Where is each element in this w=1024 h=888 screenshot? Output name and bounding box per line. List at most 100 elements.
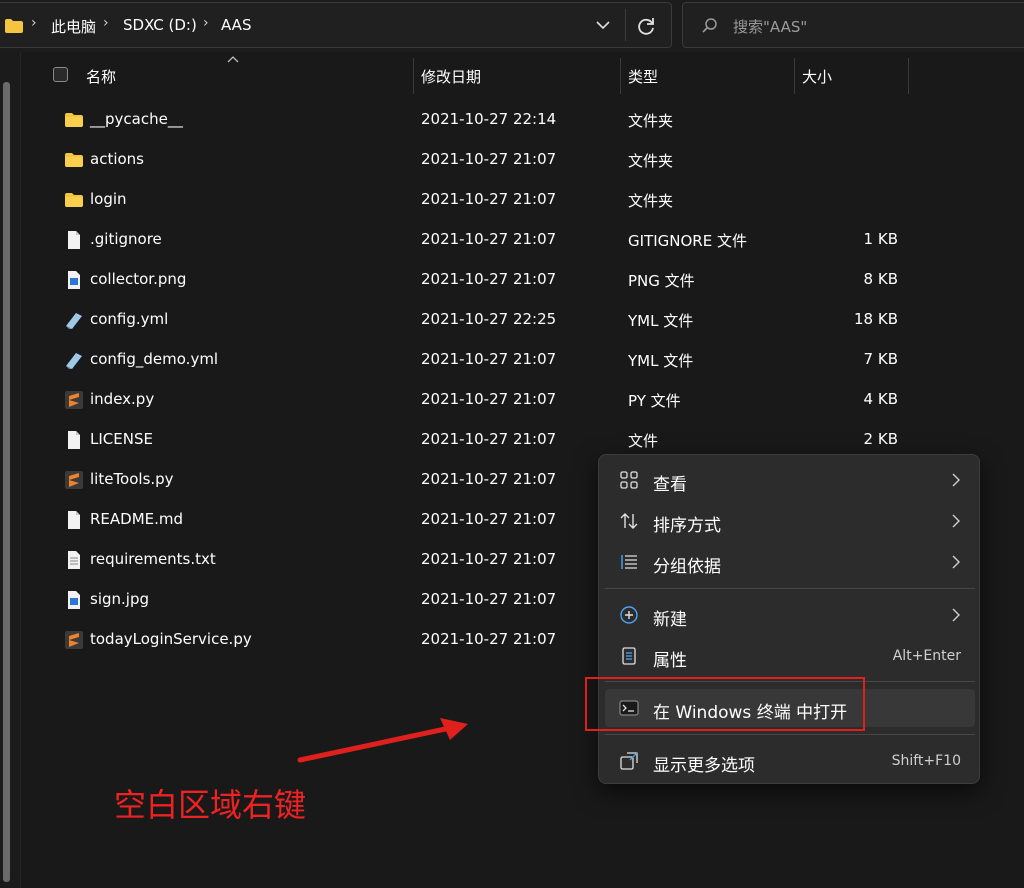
menu-item-properties[interactable]: 属性 Alt+Enter [605, 637, 975, 675]
file-row[interactable]: config_demo.yml 2021-10-27 21:07 YML 文件 … [48, 340, 928, 380]
file-modified: 2021-10-27 21:07 [421, 510, 557, 528]
menu-item-label: 查看 [653, 475, 687, 495]
column-header-modified[interactable]: 修改日期 [421, 66, 481, 87]
folder-icon [5, 19, 23, 33]
address-toolbar: › 此电脑 › SDXC (D:) › AAS 搜索"AAS" [0, 0, 1024, 52]
sublime-file-icon [65, 391, 83, 409]
yml-file-icon [66, 353, 82, 369]
chevron-right-icon [952, 514, 960, 528]
file-name: sign.jpg [90, 590, 149, 608]
file-type: YML 文件 [628, 352, 694, 370]
select-all-checkbox[interactable] [53, 67, 68, 82]
file-row[interactable]: index.py 2021-10-27 21:07 PY 文件 4 KB [48, 380, 928, 420]
file-name: collector.png [90, 270, 187, 288]
file-size: 1 KB [863, 230, 898, 248]
menu-item-show-more-options[interactable]: 显示更多选项 Shift+F10 [605, 742, 975, 780]
file-row[interactable]: collector.png 2021-10-27 21:07 PNG 文件 8 … [48, 260, 928, 300]
properties-icon [622, 647, 636, 665]
file-name: todayLoginService.py [90, 630, 252, 648]
file-type: 文件夹 [628, 192, 674, 210]
column-divider[interactable] [413, 58, 414, 94]
image-file-icon [68, 591, 80, 609]
file-name: config.yml [90, 310, 169, 328]
text-file-icon [68, 551, 80, 569]
column-header-type[interactable]: 类型 [628, 66, 658, 87]
annotation-caption: 空白区域右键 [114, 786, 307, 824]
menu-item-label: 新建 [653, 610, 687, 630]
file-name: liteTools.py [90, 470, 174, 488]
chevron-right-icon [952, 555, 960, 569]
file-name: actions [90, 150, 144, 168]
file-row[interactable]: actions 2021-10-27 21:07 文件夹 [48, 140, 928, 180]
sort-icon [620, 513, 638, 529]
file-modified: 2021-10-27 21:07 [421, 190, 557, 208]
scrollbar-thumb[interactable] [3, 82, 10, 882]
column-divider[interactable] [908, 58, 909, 94]
menu-item-group-by[interactable]: 分组依据 [605, 543, 975, 581]
grid-view-icon [620, 471, 638, 489]
file-type: YML 文件 [628, 312, 694, 330]
file-name: README.md [90, 510, 184, 528]
file-modified: 2021-10-27 21:07 [421, 350, 557, 368]
breadcrumb-drive[interactable]: SDXC (D:) [123, 16, 197, 34]
menu-item-new[interactable]: 新建 [605, 596, 975, 634]
file-modified: 2021-10-27 21:07 [421, 430, 557, 448]
chevron-down-icon[interactable] [593, 15, 613, 35]
group-list-icon [621, 555, 637, 569]
folder-icon [65, 153, 83, 167]
breadcrumb-current-folder[interactable]: AAS [221, 16, 251, 34]
file-icon [68, 511, 80, 529]
file-modified: 2021-10-27 22:25 [421, 310, 557, 328]
menu-separator [605, 588, 975, 589]
menu-item-sort-by[interactable]: 排序方式 [605, 502, 975, 540]
menu-item-label: 排序方式 [653, 516, 721, 536]
highlight-box [585, 677, 865, 731]
shortcut-label: Shift+F10 [891, 753, 961, 769]
file-row[interactable]: __pycache__ 2021-10-27 22:14 文件夹 [48, 100, 928, 140]
file-icon [68, 231, 80, 249]
search-input[interactable]: 搜索"AAS" [733, 16, 807, 37]
sublime-file-icon [65, 631, 83, 649]
sublime-file-icon [65, 471, 83, 489]
column-header-size[interactable]: 大小 [802, 66, 832, 87]
breadcrumb-separator: › [103, 15, 109, 31]
search-icon [702, 18, 717, 33]
menu-separator [605, 734, 975, 735]
file-modified: 2021-10-27 21:07 [421, 390, 557, 408]
breadcrumb-separator: › [31, 15, 37, 31]
file-name: __pycache__ [90, 110, 183, 128]
search-box[interactable]: 搜索"AAS" [682, 2, 1024, 48]
refresh-icon[interactable] [635, 15, 657, 37]
file-row[interactable]: .gitignore 2021-10-27 21:07 GITIGNORE 文件… [48, 220, 928, 260]
column-header-name[interactable]: 名称 [86, 66, 116, 87]
file-modified: 2021-10-27 21:07 [421, 270, 557, 288]
file-type: 文件夹 [628, 112, 674, 130]
file-size: 18 KB [854, 310, 898, 328]
file-type: 文件 [628, 432, 659, 450]
file-size: 7 KB [863, 350, 898, 368]
shortcut-label: Alt+Enter [892, 648, 961, 664]
file-name: login [90, 190, 127, 208]
file-icon [68, 431, 80, 449]
file-row[interactable]: config.yml 2021-10-27 22:25 YML 文件 18 KB [48, 300, 928, 340]
divider [625, 9, 626, 41]
address-bar[interactable]: › 此电脑 › SDXC (D:) › AAS [0, 2, 672, 48]
add-circle-icon [620, 606, 638, 624]
file-name: index.py [90, 390, 155, 408]
menu-item-view[interactable]: 查看 [605, 461, 975, 499]
file-modified: 2021-10-27 21:07 [421, 550, 557, 568]
image-file-icon [68, 271, 80, 289]
column-divider[interactable] [794, 58, 795, 94]
file-row[interactable]: login 2021-10-27 21:07 文件夹 [48, 180, 928, 220]
file-modified: 2021-10-27 21:07 [421, 150, 557, 168]
file-name: .gitignore [90, 230, 162, 248]
column-divider[interactable] [620, 58, 621, 94]
menu-item-label: 分组依据 [653, 557, 721, 577]
chevron-right-icon [952, 608, 960, 622]
file-type: PY 文件 [628, 392, 681, 410]
folder-icon [65, 193, 83, 207]
yml-file-icon [66, 313, 82, 329]
context-menu: 查看 排序方式 分组依据 新建 属性 Alt+Enter 在 Windows 终… [598, 454, 980, 784]
menu-item-label: 属性 [653, 651, 687, 671]
breadcrumb-this-pc[interactable]: 此电脑 [51, 16, 96, 37]
